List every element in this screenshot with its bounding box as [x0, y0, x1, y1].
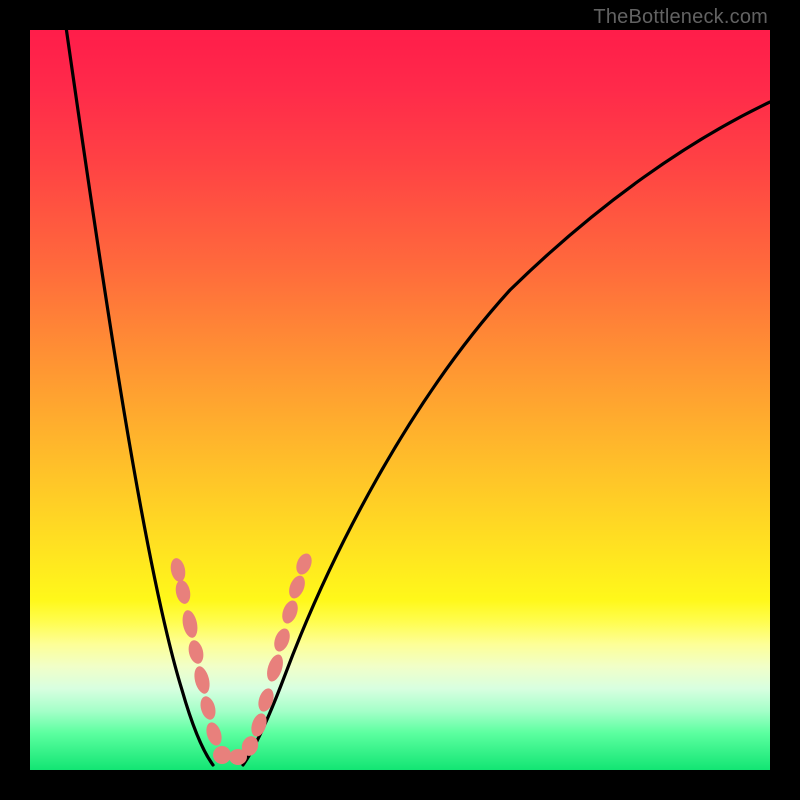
curve-marker [180, 609, 200, 639]
curve-marker [169, 557, 188, 583]
curve-marker [186, 639, 205, 666]
curve-marker [256, 686, 277, 713]
curve-marker [286, 573, 308, 600]
curve-marker [271, 626, 292, 653]
curve-marker [192, 665, 212, 696]
right-curve [243, 102, 770, 765]
curve-marker [198, 695, 218, 722]
curve-marker [213, 746, 231, 764]
watermark-text: TheBottleneck.com [593, 6, 768, 29]
curve-marker [293, 551, 314, 577]
curve-svg [30, 30, 770, 770]
curve-marker [279, 598, 300, 625]
curve-marker [204, 720, 225, 747]
chart-frame [30, 30, 770, 770]
curve-marker [174, 579, 193, 605]
